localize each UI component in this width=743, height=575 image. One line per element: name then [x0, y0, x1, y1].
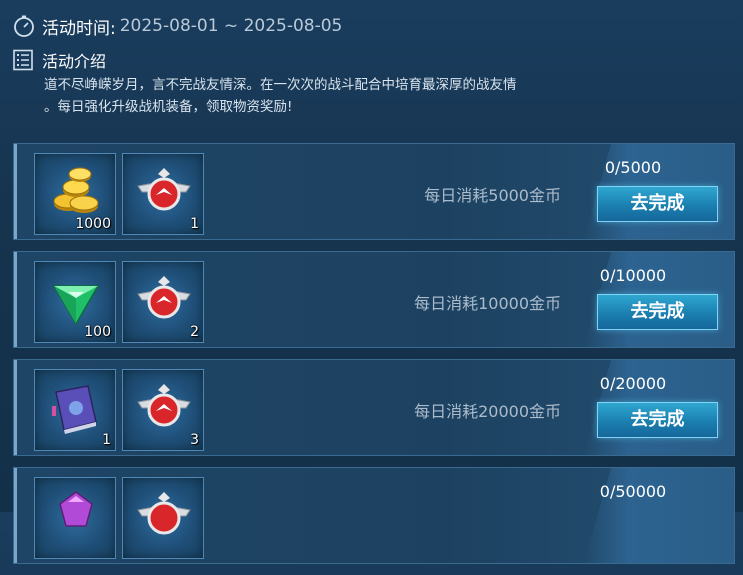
wing-badge-icon — [137, 492, 191, 535]
reward-qty: 2 — [190, 324, 199, 340]
reward-slot-2[interactable]: 1 — [122, 153, 204, 235]
reward-qty: 1000 — [75, 216, 111, 232]
stopwatch-icon — [14, 15, 34, 37]
reward-qty: 100 — [84, 324, 111, 340]
intro-line-1: 道不尽峥嵘岁月，言不完战友情深。在一次次的战斗配合中培育最深厚的战友情 — [44, 77, 517, 93]
task-progress: 0/20000 — [599, 374, 667, 393]
task-description: 每日消耗10000金币 — [414, 294, 561, 313]
time-label: 活动时间: — [42, 18, 116, 39]
reward-slot-2[interactable]: 2 — [122, 261, 204, 343]
reward-slot-1[interactable]: 100 — [34, 261, 116, 343]
task-progress: 0/10000 — [599, 266, 667, 285]
task-list: 1000 1 每日消耗5000金币 0/5000 去完成 100 2 每日消耗1… — [13, 143, 735, 575]
wing-badge-icon — [137, 276, 191, 319]
purple-crystal-icon — [59, 491, 93, 527]
reward-slot-1[interactable]: 1 — [34, 369, 116, 451]
wing-badge-icon — [137, 384, 191, 427]
task-row: 1000 1 每日消耗5000金币 0/5000 去完成 — [13, 143, 735, 240]
activity-time-row: 活动时间: 2025-08-01 ~ 2025-08-05 — [12, 12, 743, 40]
reward-slot-2[interactable]: 3 — [122, 369, 204, 451]
task-progress: 0/50000 — [599, 482, 667, 501]
intro-title-row: 活动介绍 — [12, 48, 743, 72]
list-document-icon — [13, 49, 33, 71]
go-complete-button[interactable]: 去完成 — [597, 186, 718, 222]
task-row: 100 2 每日消耗10000金币 0/10000 去完成 — [13, 251, 735, 348]
intro-description: 道不尽峥嵘岁月，言不完战友情深。在一次次的战斗配合中培育最深厚的战友情 。每日强… — [44, 74, 604, 118]
reward-slot-1[interactable] — [34, 477, 116, 559]
gold-coins-icon — [53, 167, 99, 213]
green-gem-icon — [52, 285, 100, 326]
task-description: 每日消耗20000金币 — [414, 402, 561, 421]
purple-book-icon — [52, 385, 97, 434]
reward-slot-1[interactable]: 1000 — [34, 153, 116, 235]
activity-header: 活动时间: 2025-08-01 ~ 2025-08-05 活动介绍 道不尽峥嵘… — [12, 12, 743, 118]
reward-qty: 3 — [190, 432, 199, 448]
go-complete-button[interactable]: 去完成 — [597, 402, 718, 438]
reward-slot-2[interactable] — [122, 477, 204, 559]
task-description: 每日消耗5000金币 — [424, 186, 561, 205]
go-complete-button[interactable]: 去完成 — [597, 294, 718, 330]
task-row: 1 3 每日消耗20000金币 0/20000 去完成 — [13, 359, 735, 456]
task-row: 0/50000 — [13, 467, 735, 564]
intro-line-2: 。每日强化升级战机装备，领取物资奖励! — [44, 99, 293, 115]
time-value: 2025-08-01 ~ 2025-08-05 — [119, 16, 343, 36]
wing-badge-icon — [137, 168, 191, 211]
task-progress: 0/5000 — [604, 158, 662, 177]
reward-qty: 1 — [102, 432, 111, 448]
intro-title: 活动介绍 — [42, 52, 107, 71]
reward-qty: 1 — [190, 216, 199, 232]
